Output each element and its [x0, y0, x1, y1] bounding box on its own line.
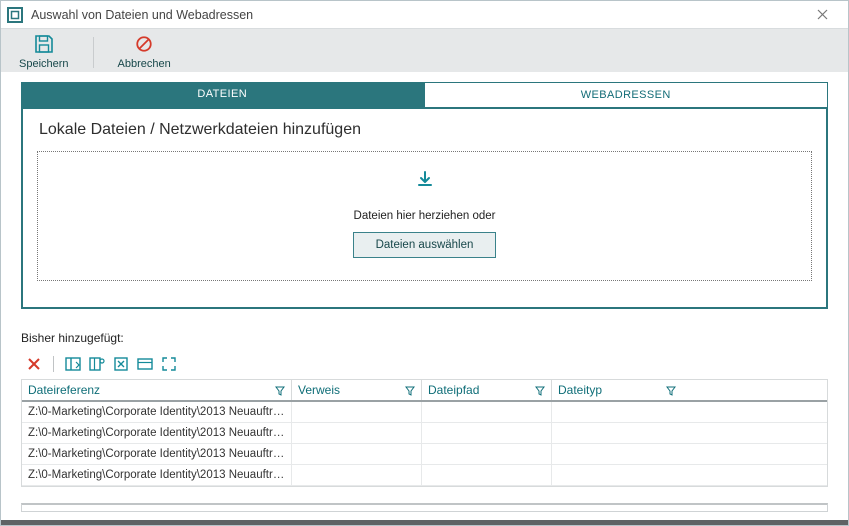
app-icon [7, 7, 23, 23]
column-header-link[interactable]: Verweis [292, 380, 422, 400]
columns-button[interactable] [64, 355, 82, 373]
cell-type [552, 465, 682, 485]
column-settings-button[interactable] [88, 355, 106, 373]
save-icon [34, 35, 54, 56]
cell-path [422, 402, 552, 422]
cell-path [422, 444, 552, 464]
table-row[interactable]: Z:\0-Marketing\Corporate Identity\2013 N… [22, 423, 827, 444]
titlebar: Auswahl von Dateien und Webadressen [1, 1, 848, 29]
panel-heading: Lokale Dateien / Netzwerkdateien hinzufü… [37, 117, 812, 151]
drop-text: Dateien hier herziehen oder [38, 210, 811, 222]
filter-icon[interactable] [405, 385, 415, 395]
dialog-window: Auswahl von Dateien und Webadressen Spei… [0, 0, 849, 526]
column-label: Dateipfad [428, 383, 479, 397]
files-grid: Dateireferenz Verweis Dateipfad Dateityp [21, 379, 828, 487]
save-button[interactable]: Speichern [13, 33, 75, 72]
cancel-label: Abbrechen [118, 58, 171, 70]
download-icon [415, 170, 435, 190]
table-row[interactable]: Z:\0-Marketing\Corporate Identity\2013 N… [22, 465, 827, 486]
cell-type [552, 444, 682, 464]
dropzone[interactable]: Dateien hier herziehen oder Dateien ausw… [37, 151, 812, 281]
column-label: Dateityp [558, 383, 602, 397]
statusbar [1, 520, 848, 525]
cell-type [552, 402, 682, 422]
cell-ref: Z:\0-Marketing\Corporate Identity\2013 N… [22, 402, 292, 422]
cell-link [292, 402, 422, 422]
column-header-ref[interactable]: Dateireferenz [22, 380, 292, 400]
grid-body: Z:\0-Marketing\Corporate Identity\2013 N… [22, 402, 827, 486]
menubar-divider [93, 37, 94, 68]
table-row[interactable]: Z:\0-Marketing\Corporate Identity\2013 N… [22, 402, 827, 423]
cancel-button[interactable]: Abbrechen [112, 33, 177, 72]
column-header-path[interactable]: Dateipfad [422, 380, 552, 400]
cell-path [422, 465, 552, 485]
table-row[interactable]: Z:\0-Marketing\Corporate Identity\2013 N… [22, 444, 827, 465]
fullscreen-button[interactable] [160, 355, 178, 373]
window-title: Auswahl von Dateien und Webadressen [31, 8, 802, 22]
filter-icon[interactable] [275, 385, 285, 395]
cell-ref: Z:\0-Marketing\Corporate Identity\2013 N… [22, 465, 292, 485]
column-header-type[interactable]: Dateityp [552, 380, 682, 400]
added-label: Bisher hinzugefügt: [21, 331, 828, 345]
cell-link [292, 423, 422, 443]
toolbar-separator [53, 356, 54, 372]
footer-separator [21, 503, 828, 512]
export-excel-button[interactable] [112, 355, 130, 373]
files-panel: Lokale Dateien / Netzwerkdateien hinzufü… [21, 107, 828, 309]
added-section: Bisher hinzugefügt: [21, 331, 828, 487]
fit-columns-button[interactable] [136, 355, 154, 373]
column-label: Dateireferenz [28, 383, 100, 397]
tab-webaddresses[interactable]: WEBADRESSEN [424, 82, 829, 107]
menubar: Speichern Abbrechen [1, 29, 848, 72]
cancel-icon [134, 35, 154, 56]
close-button[interactable] [802, 1, 842, 29]
column-label: Verweis [298, 383, 340, 397]
cell-ref: Z:\0-Marketing\Corporate Identity\2013 N… [22, 444, 292, 464]
tab-files[interactable]: DATEIEN [21, 82, 424, 107]
cell-link [292, 444, 422, 464]
filter-icon[interactable] [535, 385, 545, 395]
cell-path [422, 423, 552, 443]
cell-type [552, 423, 682, 443]
grid-header: Dateireferenz Verweis Dateipfad Dateityp [22, 380, 827, 402]
filter-icon[interactable] [666, 385, 676, 395]
tabstrip: DATEIEN WEBADRESSEN [21, 82, 828, 107]
cell-ref: Z:\0-Marketing\Corporate Identity\2013 N… [22, 423, 292, 443]
delete-row-button[interactable] [25, 355, 43, 373]
grid-toolbar [21, 353, 828, 375]
cell-link [292, 465, 422, 485]
choose-files-button[interactable]: Dateien auswählen [353, 232, 497, 258]
save-label: Speichern [19, 58, 69, 70]
content-area: DATEIEN WEBADRESSEN Lokale Dateien / Net… [1, 72, 848, 487]
